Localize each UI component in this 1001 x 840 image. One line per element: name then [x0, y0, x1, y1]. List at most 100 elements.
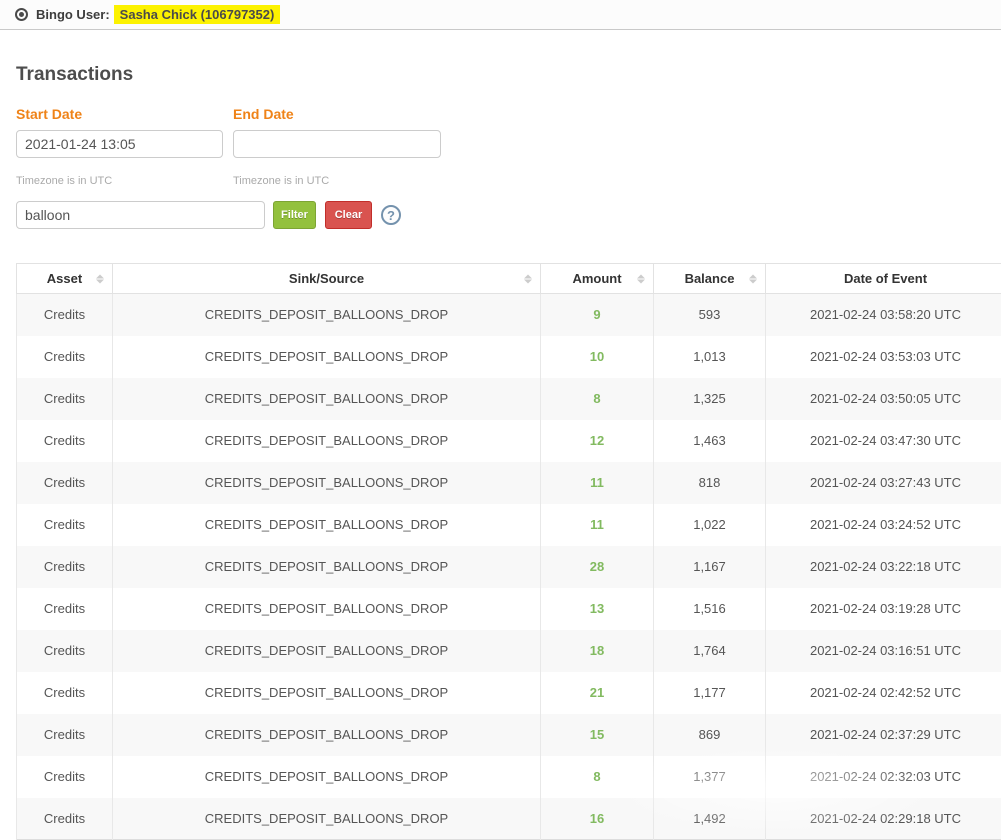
- date-of-event-cell: 2021-02-24 03:22:18 UTC: [766, 546, 1001, 588]
- amount-cell: 15: [541, 714, 654, 756]
- date-of-event-cell: 2021-02-24 03:53:03 UTC: [766, 336, 1001, 378]
- start-date-timezone-hint: Timezone is in UTC: [16, 175, 223, 187]
- sink-source-cell: CREDITS_DEPOSIT_BALLOONS_DROP: [113, 798, 541, 840]
- date-filter-row: Start Date Timezone is in UTC End Date T…: [16, 106, 1001, 187]
- bingo-user-value[interactable]: Sasha Chick (106797352): [114, 5, 281, 24]
- table-row: CreditsCREDITS_DEPOSIT_BALLOONS_DROP111,…: [17, 504, 1001, 546]
- start-date-label: Start Date: [16, 106, 223, 122]
- column-header-label: Balance: [685, 271, 735, 286]
- end-date-label: End Date: [233, 106, 441, 122]
- column-header-balance[interactable]: Balance: [654, 264, 766, 294]
- table-row: CreditsCREDITS_DEPOSIT_BALLOONS_DROP211,…: [17, 672, 1001, 714]
- column-header-date-of-event[interactable]: Date of Event: [766, 264, 1001, 294]
- search-input[interactable]: [16, 201, 265, 229]
- amount-cell: 21: [541, 672, 654, 714]
- column-header-amount[interactable]: Amount: [541, 264, 654, 294]
- target-icon: [15, 8, 28, 21]
- help-icon[interactable]: ?: [381, 205, 401, 225]
- sink-source-cell: CREDITS_DEPOSIT_BALLOONS_DROP: [113, 714, 541, 756]
- balance-cell: 593: [654, 294, 766, 336]
- transactions-table-wrap: Asset Sink/Source Amount Balance: [16, 263, 1001, 840]
- column-header-asset[interactable]: Asset: [17, 264, 113, 294]
- column-header-label: Date of Event: [844, 271, 927, 286]
- date-of-event-cell: 2021-02-24 03:19:28 UTC: [766, 588, 1001, 630]
- end-date-input[interactable]: [233, 130, 441, 158]
- date-of-event-cell: 2021-02-24 02:37:29 UTC: [766, 714, 1001, 756]
- sort-icon[interactable]: [637, 274, 645, 283]
- balance-cell: 1,492: [654, 798, 766, 840]
- column-header-label: Asset: [47, 271, 82, 286]
- table-header-row: Asset Sink/Source Amount Balance: [17, 264, 1001, 294]
- column-header-label: Sink/Source: [289, 271, 364, 286]
- table-row: CreditsCREDITS_DEPOSIT_BALLOONS_DROP81,3…: [17, 378, 1001, 420]
- amount-cell: 28: [541, 546, 654, 588]
- balance-cell: 1,167: [654, 546, 766, 588]
- asset-cell: Credits: [17, 672, 113, 714]
- table-row: CreditsCREDITS_DEPOSIT_BALLOONS_DROP281,…: [17, 546, 1001, 588]
- table-row: CreditsCREDITS_DEPOSIT_BALLOONS_DROP131,…: [17, 588, 1001, 630]
- amount-cell: 11: [541, 504, 654, 546]
- end-date-timezone-hint: Timezone is in UTC: [233, 175, 441, 187]
- sort-icon[interactable]: [749, 274, 757, 283]
- sink-source-cell: CREDITS_DEPOSIT_BALLOONS_DROP: [113, 294, 541, 336]
- balance-cell: 1,325: [654, 378, 766, 420]
- date-of-event-cell: 2021-02-24 02:32:03 UTC: [766, 756, 1001, 798]
- table-row: CreditsCREDITS_DEPOSIT_BALLOONS_DROP161,…: [17, 798, 1001, 840]
- sink-source-cell: CREDITS_DEPOSIT_BALLOONS_DROP: [113, 504, 541, 546]
- date-of-event-cell: 2021-02-24 03:58:20 UTC: [766, 294, 1001, 336]
- date-of-event-cell: 2021-02-24 03:47:30 UTC: [766, 420, 1001, 462]
- filter-button[interactable]: Filter: [273, 201, 316, 229]
- date-of-event-cell: 2021-02-24 02:29:18 UTC: [766, 798, 1001, 840]
- sink-source-cell: CREDITS_DEPOSIT_BALLOONS_DROP: [113, 630, 541, 672]
- sort-icon[interactable]: [96, 274, 104, 283]
- asset-cell: Credits: [17, 630, 113, 672]
- table-row: CreditsCREDITS_DEPOSIT_BALLOONS_DROP121,…: [17, 420, 1001, 462]
- date-of-event-cell: 2021-02-24 03:24:52 UTC: [766, 504, 1001, 546]
- start-date-input[interactable]: [16, 130, 223, 158]
- balance-cell: 1,764: [654, 630, 766, 672]
- table-row: CreditsCREDITS_DEPOSIT_BALLOONS_DROP1586…: [17, 714, 1001, 756]
- amount-cell: 10: [541, 336, 654, 378]
- amount-cell: 13: [541, 588, 654, 630]
- table-row: CreditsCREDITS_DEPOSIT_BALLOONS_DROP81,3…: [17, 756, 1001, 798]
- date-of-event-cell: 2021-02-24 03:16:51 UTC: [766, 630, 1001, 672]
- balance-cell: 1,177: [654, 672, 766, 714]
- sink-source-cell: CREDITS_DEPOSIT_BALLOONS_DROP: [113, 378, 541, 420]
- asset-cell: Credits: [17, 378, 113, 420]
- asset-cell: Credits: [17, 420, 113, 462]
- clear-button[interactable]: Clear: [325, 201, 372, 229]
- amount-cell: 8: [541, 756, 654, 798]
- sink-source-cell: CREDITS_DEPOSIT_BALLOONS_DROP: [113, 336, 541, 378]
- amount-cell: 12: [541, 420, 654, 462]
- topbar: Bingo User: Sasha Chick (106797352): [0, 0, 1001, 30]
- date-of-event-cell: 2021-02-24 02:42:52 UTC: [766, 672, 1001, 714]
- amount-cell: 16: [541, 798, 654, 840]
- page-title: Transactions: [16, 64, 1001, 86]
- amount-cell: 18: [541, 630, 654, 672]
- table-row: CreditsCREDITS_DEPOSIT_BALLOONS_DROP1181…: [17, 462, 1001, 504]
- date-of-event-cell: 2021-02-24 03:50:05 UTC: [766, 378, 1001, 420]
- sink-source-cell: CREDITS_DEPOSIT_BALLOONS_DROP: [113, 672, 541, 714]
- search-row: Filter Clear ?: [16, 201, 1001, 229]
- column-header-sink-source[interactable]: Sink/Source: [113, 264, 541, 294]
- date-of-event-cell: 2021-02-24 03:27:43 UTC: [766, 462, 1001, 504]
- balance-cell: 1,377: [654, 756, 766, 798]
- sink-source-cell: CREDITS_DEPOSIT_BALLOONS_DROP: [113, 588, 541, 630]
- start-date-group: Start Date Timezone is in UTC: [16, 106, 223, 187]
- asset-cell: Credits: [17, 798, 113, 840]
- asset-cell: Credits: [17, 714, 113, 756]
- transactions-table: Asset Sink/Source Amount Balance: [16, 263, 1001, 840]
- sort-icon[interactable]: [524, 274, 532, 283]
- asset-cell: Credits: [17, 588, 113, 630]
- bingo-user-label: Bingo User:: [36, 7, 110, 22]
- sink-source-cell: CREDITS_DEPOSIT_BALLOONS_DROP: [113, 462, 541, 504]
- asset-cell: Credits: [17, 504, 113, 546]
- table-row: CreditsCREDITS_DEPOSIT_BALLOONS_DROP101,…: [17, 336, 1001, 378]
- asset-cell: Credits: [17, 336, 113, 378]
- balance-cell: 869: [654, 714, 766, 756]
- sink-source-cell: CREDITS_DEPOSIT_BALLOONS_DROP: [113, 420, 541, 462]
- amount-cell: 11: [541, 462, 654, 504]
- balance-cell: 1,516: [654, 588, 766, 630]
- amount-cell: 8: [541, 378, 654, 420]
- asset-cell: Credits: [17, 462, 113, 504]
